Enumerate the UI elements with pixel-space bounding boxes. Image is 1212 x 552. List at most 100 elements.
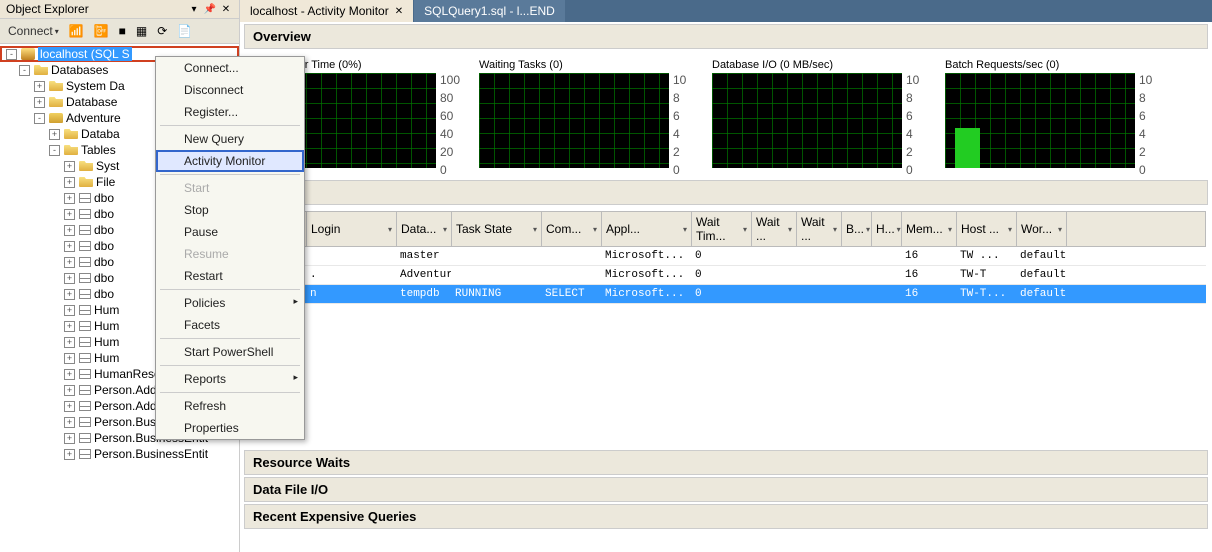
panel-close-icon[interactable]: ✕ (219, 2, 233, 16)
expander-icon[interactable]: + (64, 257, 75, 268)
table-row[interactable]: i.Adventur...Microsoft...016TW-Tdefault (246, 266, 1206, 285)
tree-node-label: localhost (SQL S (38, 47, 132, 61)
expander-icon[interactable]: + (64, 401, 75, 412)
fold-icon (79, 161, 93, 171)
menu-item-facets[interactable]: Facets (156, 314, 304, 336)
filter-dropdown-icon[interactable]: ▾ (593, 225, 597, 234)
tab[interactable]: SQLQuery1.sql - l...END (414, 0, 565, 22)
close-icon[interactable]: ✕ (395, 6, 403, 17)
table-cell: 0 (691, 266, 751, 284)
table-row[interactable]: ntempdbRUNNINGSELECTMicrosoft...016TW-T.… (246, 285, 1206, 304)
expander-icon[interactable]: + (64, 433, 75, 444)
menu-item-properties[interactable]: Properties (156, 417, 304, 439)
expander-icon[interactable]: + (64, 225, 75, 236)
processes-header[interactable]: ses (244, 180, 1208, 205)
expander-icon[interactable]: + (64, 305, 75, 316)
filter-dropdown-icon[interactable]: ▾ (743, 225, 747, 234)
filter-dropdown-icon[interactable]: ▾ (533, 225, 537, 234)
expander-icon[interactable]: + (64, 337, 75, 348)
chart-grid (479, 73, 669, 168)
connect-icon[interactable]: 📶 (67, 22, 86, 40)
column-header[interactable]: H...▾ (872, 212, 902, 246)
filter-dropdown-icon[interactable]: ▾ (683, 225, 687, 234)
expander-icon[interactable]: - (34, 113, 45, 124)
menu-item-activity-monitor[interactable]: Activity Monitor (156, 150, 304, 172)
filter-dropdown-icon[interactable]: ▾ (788, 225, 792, 234)
ytick: 20 (440, 145, 453, 159)
column-header[interactable]: Mem...▾ (902, 212, 957, 246)
column-header[interactable]: B...▾ (842, 212, 872, 246)
panel-dropdown-icon[interactable]: ▾ (187, 2, 201, 16)
menu-item-restart[interactable]: Restart (156, 265, 304, 287)
overview-header[interactable]: Overview (244, 24, 1208, 49)
menu-item-refresh[interactable]: Refresh (156, 395, 304, 417)
expander-icon[interactable]: + (64, 385, 75, 396)
expander-icon[interactable]: + (64, 449, 75, 460)
menu-item-reports[interactable]: Reports (156, 368, 304, 390)
expander-icon[interactable]: + (64, 273, 75, 284)
filter-dropdown-icon[interactable]: ▾ (1008, 225, 1012, 234)
panel-pin-icon[interactable]: 📌 (203, 2, 217, 16)
filter-dropdown-icon[interactable]: ▾ (833, 225, 837, 234)
column-header[interactable]: Appl...▾ (602, 212, 692, 246)
expander-icon[interactable]: + (64, 241, 75, 252)
expander-icon[interactable]: + (64, 369, 75, 380)
refresh-icon[interactable]: ⟳ (155, 22, 169, 40)
filter-icon[interactable]: ▦ (134, 22, 149, 40)
context-menu[interactable]: Connect...DisconnectRegister... New Query… (155, 56, 305, 440)
report-icon[interactable]: 📄 (175, 22, 194, 40)
table-cell (751, 266, 796, 284)
expander-icon[interactable]: + (64, 161, 75, 172)
filter-dropdown-icon[interactable]: ▾ (866, 225, 870, 234)
menu-item-register[interactable]: Register... (156, 101, 304, 123)
table-row[interactable]: imasterMicrosoft...016TW ...default (246, 247, 1206, 266)
expander-icon[interactable]: + (64, 193, 75, 204)
expander-icon[interactable]: - (49, 145, 60, 156)
column-header[interactable]: Wor...▾ (1017, 212, 1067, 246)
expander-icon[interactable]: + (34, 97, 45, 108)
disconnect-icon[interactable]: 📴 (92, 22, 111, 40)
column-header[interactable]: Task State▾ (452, 212, 542, 246)
menu-item-pause[interactable]: Pause (156, 221, 304, 243)
column-header[interactable]: Wait ...▾ (797, 212, 842, 246)
ytick: 0 (906, 163, 913, 177)
menu-item-policies[interactable]: Policies (156, 292, 304, 314)
tree-node[interactable]: +Person.BusinessEntit (0, 446, 239, 462)
table-cell: tempdb (396, 285, 451, 303)
resource-waits-header[interactable]: Resource Waits (244, 450, 1208, 475)
table-cell: 16 (901, 247, 956, 265)
expander-icon[interactable]: - (19, 65, 30, 76)
column-header[interactable]: Host ...▾ (957, 212, 1017, 246)
connect-button[interactable]: Connect (6, 22, 61, 40)
expander-icon[interactable]: + (49, 129, 60, 140)
menu-item-disconnect[interactable]: Disconnect (156, 79, 304, 101)
filter-dropdown-icon[interactable]: ▾ (388, 225, 392, 234)
table-cell (871, 247, 901, 265)
expander-icon[interactable]: + (64, 289, 75, 300)
menu-item-connect[interactable]: Connect... (156, 57, 304, 79)
menu-item-new-query[interactable]: New Query (156, 128, 304, 150)
expander-icon[interactable]: - (6, 49, 17, 60)
expander-icon[interactable]: + (64, 177, 75, 188)
menu-item-stop[interactable]: Stop (156, 199, 304, 221)
table-cell (541, 247, 601, 265)
expander-icon[interactable]: + (64, 321, 75, 332)
filter-dropdown-icon[interactable]: ▾ (1058, 225, 1062, 234)
tab[interactable]: localhost - Activity Monitor✕ (240, 0, 413, 22)
expander-icon[interactable]: + (34, 81, 45, 92)
filter-dropdown-icon[interactable]: ▾ (948, 225, 952, 234)
column-header[interactable]: Data...▾ (397, 212, 452, 246)
stop-icon[interactable]: ■ (117, 22, 128, 40)
filter-dropdown-icon[interactable]: ▾ (443, 225, 447, 234)
menu-item-start-powershell[interactable]: Start PowerShell (156, 341, 304, 363)
column-header[interactable]: Wait Tim...▾ (692, 212, 752, 246)
column-header[interactable]: Com...▾ (542, 212, 602, 246)
expander-icon[interactable]: + (64, 209, 75, 220)
data-file-io-header[interactable]: Data File I/O (244, 477, 1208, 502)
column-header[interactable]: Wait ...▾ (752, 212, 797, 246)
expander-icon[interactable]: + (64, 353, 75, 364)
expander-icon[interactable]: + (64, 417, 75, 428)
column-header[interactable]: Login▾ (307, 212, 397, 246)
recent-queries-header[interactable]: Recent Expensive Queries (244, 504, 1208, 529)
filter-dropdown-icon[interactable]: ▾ (897, 225, 901, 234)
